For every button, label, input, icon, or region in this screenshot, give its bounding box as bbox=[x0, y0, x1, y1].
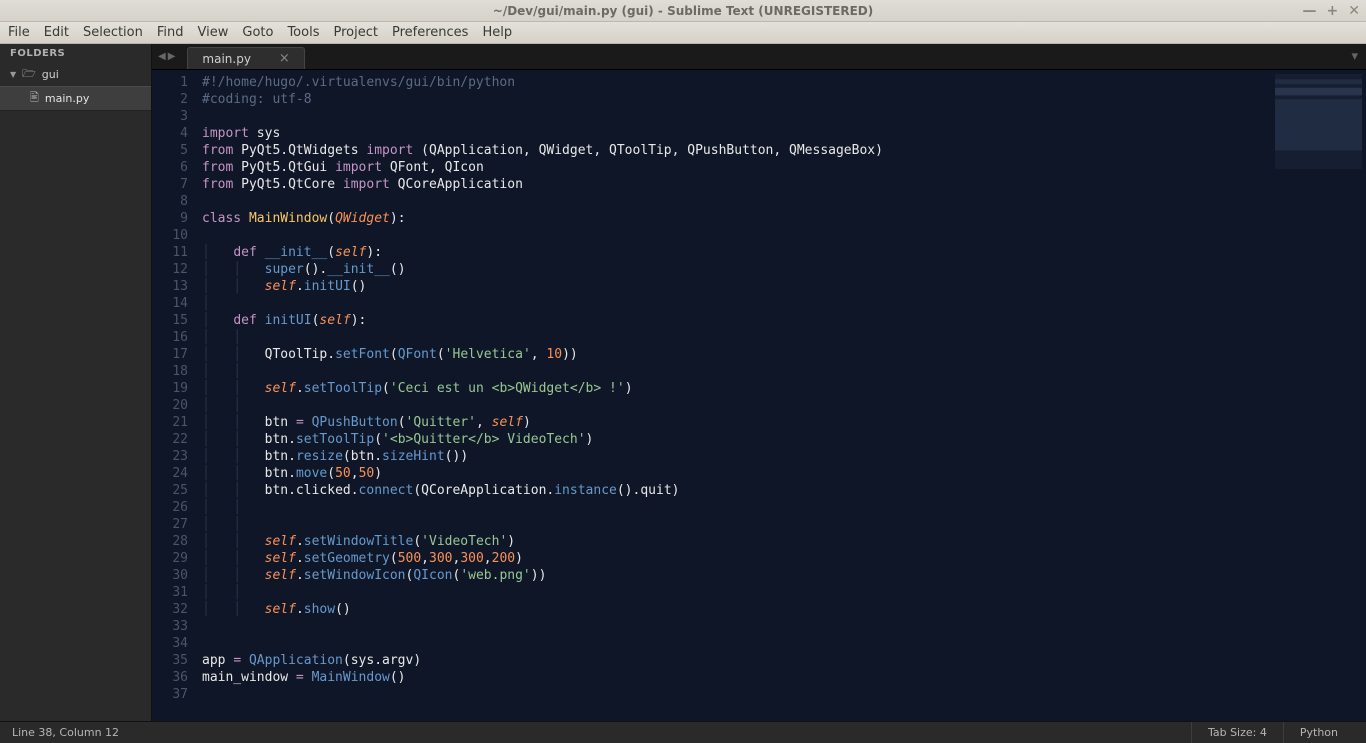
close-icon[interactable]: ✕ bbox=[1348, 3, 1360, 19]
statusbar: Line 38, Column 12 Tab Size: 4 Python bbox=[0, 721, 1366, 743]
menu-help[interactable]: Help bbox=[482, 25, 512, 40]
tab-back-icon[interactable]: ◀ bbox=[158, 51, 166, 62]
workspace: FOLDERS ▼ 🗁 gui 🖹 main.py ◀ ▶ main.py × … bbox=[0, 44, 1366, 721]
folder-label: gui bbox=[42, 68, 59, 81]
line-number-gutter: 1234567891011121314151617181920212223242… bbox=[152, 70, 198, 721]
folder-icon: 🗁 bbox=[22, 65, 36, 84]
file-icon: 🖹 bbox=[30, 89, 39, 108]
menubar: File Edit Selection Find View Goto Tools… bbox=[0, 22, 1366, 44]
sidebar-folder[interactable]: ▼ 🗁 gui bbox=[0, 63, 151, 86]
file-label: main.py bbox=[45, 92, 89, 105]
editor-pane: ◀ ▶ main.py × ▾ 123456789101112131415161… bbox=[152, 44, 1366, 721]
window-titlebar: ~/Dev/gui/main.py (gui) - Sublime Text (… bbox=[0, 0, 1366, 22]
sidebar-header: FOLDERS bbox=[0, 44, 151, 63]
minimize-icon[interactable]: — bbox=[1303, 3, 1317, 19]
tab-history-nav: ◀ ▶ bbox=[152, 44, 181, 69]
minimap[interactable] bbox=[1271, 70, 1366, 721]
tab-forward-icon[interactable]: ▶ bbox=[168, 51, 176, 62]
menu-preferences[interactable]: Preferences bbox=[392, 25, 468, 40]
menu-tools[interactable]: Tools bbox=[287, 25, 319, 40]
code-area[interactable]: 1234567891011121314151617181920212223242… bbox=[152, 70, 1366, 721]
menu-project[interactable]: Project bbox=[333, 25, 377, 40]
syntax-mode[interactable]: Python bbox=[1283, 722, 1354, 743]
menu-goto[interactable]: Goto bbox=[242, 25, 273, 40]
tab-dropdown-icon[interactable]: ▾ bbox=[1351, 49, 1358, 64]
menu-view[interactable]: View bbox=[198, 25, 229, 40]
window-title: ~/Dev/gui/main.py (gui) - Sublime Text (… bbox=[493, 4, 873, 18]
tab-label: main.py bbox=[202, 52, 251, 66]
sidebar: FOLDERS ▼ 🗁 gui 🖹 main.py bbox=[0, 44, 152, 721]
maximize-icon[interactable]: + bbox=[1327, 3, 1339, 19]
menu-edit[interactable]: Edit bbox=[44, 25, 69, 40]
tab-size[interactable]: Tab Size: 4 bbox=[1191, 722, 1283, 743]
code-text[interactable]: #!/home/hugo/.virtualenvs/gui/bin/python… bbox=[198, 70, 1271, 721]
sidebar-file[interactable]: 🖹 main.py bbox=[0, 86, 151, 111]
tab-close-icon[interactable]: × bbox=[279, 51, 290, 66]
tabbar: ◀ ▶ main.py × ▾ bbox=[152, 44, 1366, 70]
cursor-position[interactable]: Line 38, Column 12 bbox=[12, 726, 119, 739]
disclosure-triangle-icon: ▼ bbox=[10, 70, 16, 79]
menu-find[interactable]: Find bbox=[157, 25, 184, 40]
menu-selection[interactable]: Selection bbox=[83, 25, 143, 40]
window-controls: — + ✕ bbox=[1303, 3, 1360, 19]
menu-file[interactable]: File bbox=[8, 25, 30, 40]
tab-main-py[interactable]: main.py × bbox=[187, 47, 304, 69]
minimap-viewport bbox=[1275, 74, 1362, 169]
